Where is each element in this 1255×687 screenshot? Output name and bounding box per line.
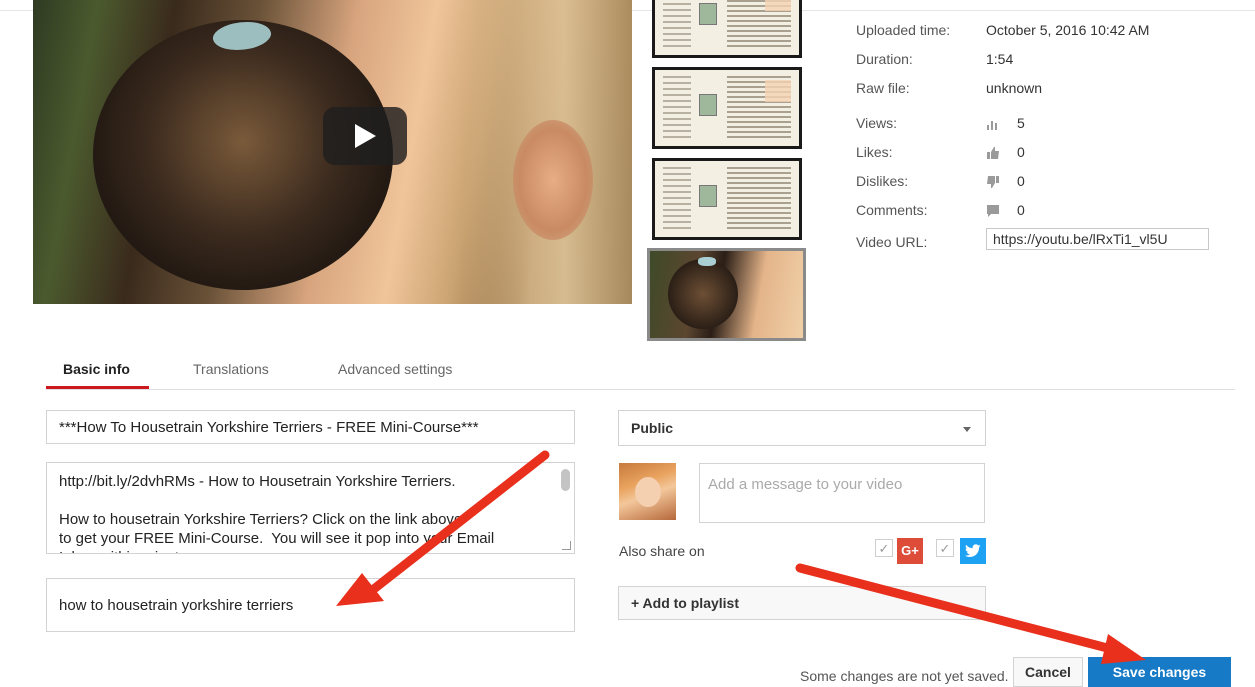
likes-label: Likes: — [856, 144, 893, 160]
tabs-divider — [46, 389, 1235, 390]
check-icon: ✓ — [878, 541, 890, 556]
likes-count: 0 — [1017, 144, 1025, 160]
avatar — [619, 463, 676, 520]
check-icon: ✓ — [939, 541, 951, 556]
video-player[interactable] — [33, 0, 632, 304]
duration-value: 1:54 — [986, 51, 1014, 67]
comment-icon — [987, 205, 999, 217]
tag-text: how to housetrain yorkshire terriers — [59, 597, 294, 614]
thumbnail-option-1[interactable] — [652, 0, 802, 58]
play-button[interactable] — [323, 107, 407, 165]
dislikes-label: Dislikes: — [856, 173, 909, 189]
caret-down-icon — [963, 427, 971, 432]
save-changes-button[interactable]: Save changes — [1088, 657, 1231, 687]
gplus-share-checkbox[interactable]: ✓ — [875, 539, 893, 557]
video-url-label: Video URL: — [856, 234, 928, 250]
dislikes-count: 0 — [1017, 173, 1025, 189]
comments-label: Comments: — [856, 202, 928, 218]
thumbs-down-icon — [987, 176, 999, 188]
video-title-input[interactable] — [46, 410, 575, 444]
description-scrollbar[interactable] — [561, 469, 570, 491]
video-frame-ear — [513, 120, 593, 240]
video-url-field[interactable] — [986, 228, 1209, 250]
duration-label: Duration: — [856, 51, 913, 67]
thumbnail-option-selected[interactable] — [647, 248, 806, 341]
views-count: 5 — [1017, 115, 1025, 131]
play-icon — [355, 124, 376, 148]
unsaved-changes-message: Some changes are not yet saved. — [800, 668, 1009, 684]
twitter-icon[interactable] — [960, 538, 986, 564]
thumbnail-option-2[interactable] — [652, 67, 802, 149]
comments-count: 0 — [1017, 202, 1025, 218]
thumbnail-option-3[interactable] — [652, 158, 802, 240]
tags-input[interactable]: how to housetrain yorkshire terriers — [46, 578, 575, 632]
tab-translations[interactable]: Translations — [193, 361, 269, 377]
share-message-input[interactable] — [699, 463, 985, 523]
resize-handle[interactable] — [562, 541, 571, 550]
also-share-label: Also share on — [619, 543, 705, 559]
tab-advanced-settings[interactable]: Advanced settings — [338, 361, 452, 377]
uploaded-time-value: October 5, 2016 10:42 AM — [986, 22, 1150, 38]
bar-chart-icon — [987, 121, 997, 130]
raw-file-label: Raw file: — [856, 80, 910, 96]
add-to-playlist-button[interactable]: + Add to playlist — [618, 586, 986, 620]
tab-basic-info[interactable]: Basic info — [63, 361, 130, 377]
raw-file-value: unknown — [986, 80, 1043, 96]
description-textarea[interactable]: http://bit.ly/2dvhRMs - How to Housetrai… — [46, 462, 575, 554]
uploaded-time-label: Uploaded time: — [856, 22, 951, 38]
description-text: http://bit.ly/2dvhRMs - How to Housetrai… — [59, 473, 495, 553]
twitter-share-checkbox[interactable]: ✓ — [936, 539, 954, 557]
thumbs-up-icon — [987, 147, 999, 159]
gplus-icon[interactable]: G+ — [897, 538, 923, 564]
views-label: Views: — [856, 115, 897, 131]
privacy-dropdown[interactable]: Public — [618, 410, 986, 446]
cancel-button[interactable]: Cancel — [1013, 657, 1083, 687]
privacy-selected-value: Public — [631, 420, 674, 436]
